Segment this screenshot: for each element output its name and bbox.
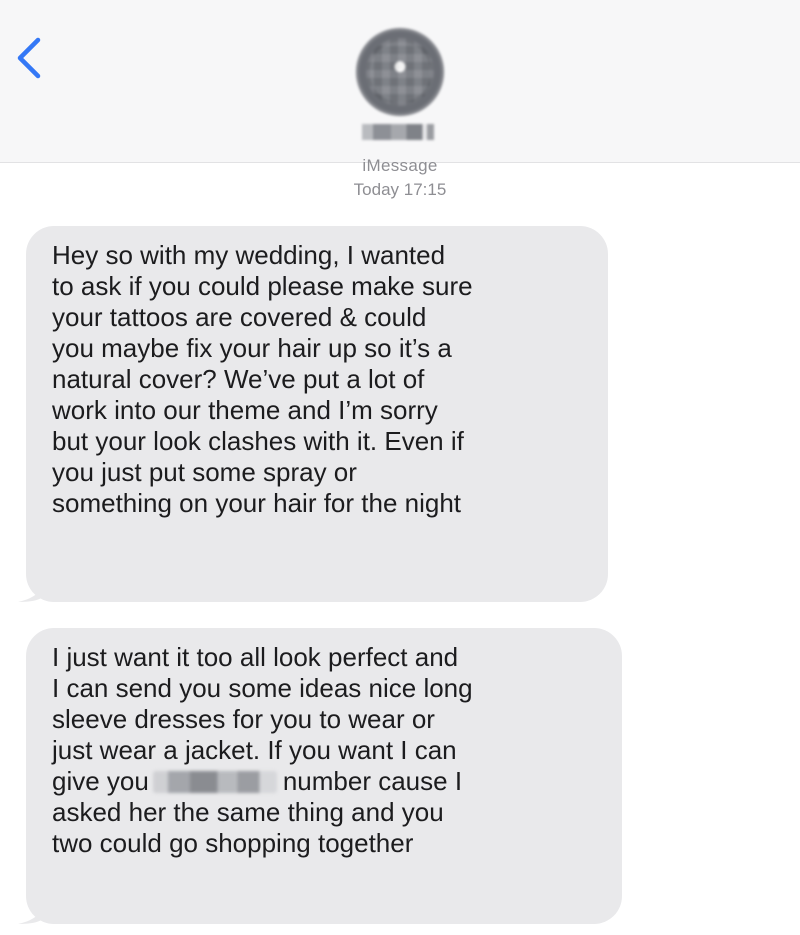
contact-avatar[interactable] <box>356 28 444 116</box>
message-line: natural cover? We’ve put a lot of <box>52 364 425 394</box>
avatar-pixelation <box>366 38 434 106</box>
message-line: I just want it too all look perfect and <box>52 642 459 672</box>
message-bubble-incoming[interactable]: I just want it too all look perfect and … <box>18 628 622 924</box>
contact-name-redacted[interactable] <box>362 124 434 140</box>
bubble-tail <box>18 898 44 924</box>
message-bubble-incoming[interactable]: Hey so with my wedding, I wanted to ask … <box>18 226 608 602</box>
message-timestamp: Today 17:15 <box>353 180 447 199</box>
redacted-name <box>152 771 277 793</box>
message-line: your tattoos are covered & could <box>52 302 427 332</box>
message-line-redacted: give you number cause I <box>52 766 602 797</box>
back-button[interactable] <box>8 34 52 84</box>
message-line: you maybe fix your hair up so it’s a <box>52 333 452 363</box>
message-line: asked her the same thing and you <box>52 797 444 827</box>
message-line: two could go shopping together <box>52 828 414 858</box>
message-line: Hey so with my wedding, I wanted <box>52 240 446 270</box>
message-line: you just put some spray or <box>52 457 357 487</box>
service-label: iMessage <box>362 156 438 175</box>
message-text: number cause I <box>282 766 463 796</box>
message-line: sleeve dresses for you to wear or <box>52 704 435 734</box>
message-line: something on your hair for the night <box>52 488 462 518</box>
chevron-left-icon <box>17 37 41 79</box>
message-text: give you <box>52 766 149 796</box>
message-line: work into our theme and I’m sorry <box>52 395 438 425</box>
message-line: to ask if you could please make sure <box>52 271 473 301</box>
message-line: just wear a jacket. If you want I can <box>52 735 457 765</box>
conversation-header <box>0 0 800 163</box>
message-line: but your look clashes with it. Even if <box>52 426 464 456</box>
message-line: I can send you some ideas nice long <box>52 673 473 703</box>
bubble-tail <box>18 576 44 602</box>
